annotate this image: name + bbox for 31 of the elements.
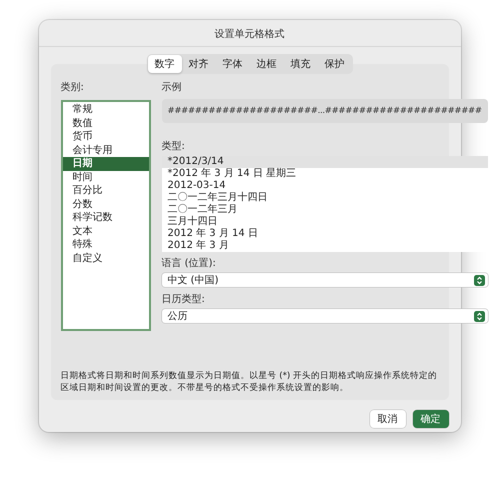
category-item[interactable]: 货币 [62,130,148,144]
category-item[interactable]: 日期 [62,157,148,170]
tab[interactable]: 边框 [250,55,284,73]
locale-label: 语言 (位置): [162,256,217,270]
type-item[interactable]: *2012/3/14 [162,156,488,168]
description-text: 日期格式将日期和时间系列数值显示为日期值。以星号 (*) 开头的日期格式响应操作系统特定的区域日期和时间设置的更改。不带星号的格式不受操作系统设置的影响。 [60,370,438,394]
tab[interactable]: 保护 [318,55,352,73]
cancel-button[interactable]: 取消 [370,410,406,428]
calendar-label: 日历类型: [162,292,206,306]
category-item[interactable]: 自定义 [62,252,148,265]
category-item[interactable]: 文本 [62,224,148,238]
category-item[interactable]: 特殊 [62,238,148,252]
window-title: 设置单元格格式 [214,28,286,42]
category-item[interactable]: 时间 [62,170,148,184]
tab[interactable]: 字体 [216,55,250,73]
category-item[interactable]: 分数 [62,198,148,211]
sample-preview: ######################...####################### [162,99,488,123]
sample-label: 示例 [162,81,182,94]
locale-select[interactable]: 中文 (中国) [162,273,488,287]
tab[interactable]: 填充 [284,55,318,73]
category-item[interactable]: 科学记数 [62,211,148,224]
tab[interactable]: 数字 [148,55,182,73]
category-item[interactable]: 百分比 [62,184,148,198]
tab[interactable]: 对齐 [182,55,216,73]
category-item[interactable]: 常规 [62,103,148,116]
calendar-select[interactable]: 公历 [162,309,488,323]
confirm-button[interactable]: 确定 [412,410,448,428]
category-item[interactable]: 数值 [62,116,148,130]
type-label: 类型: [162,140,186,153]
category-item[interactable]: 会计专用 [62,144,148,157]
category-label: 类别: [60,80,85,94]
